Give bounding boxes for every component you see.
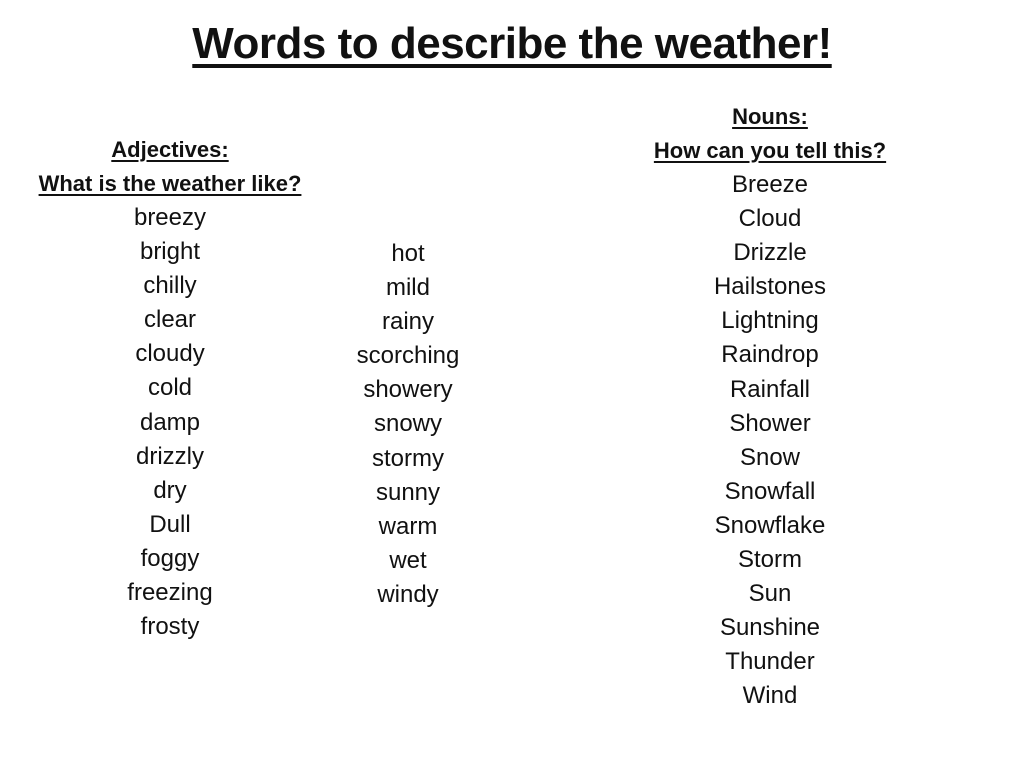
adjective-item: damp (139, 408, 201, 436)
noun-item: Raindrop (721, 341, 819, 369)
noun-item: Cloud (738, 205, 802, 233)
adjective-item: drizzly (135, 442, 204, 470)
adjective-item: cloudy (135, 340, 205, 368)
adjective-item: mild (385, 274, 430, 302)
adjective-item: Dull (149, 510, 191, 538)
adjective-item: rainy (381, 308, 435, 336)
adjectives-column: Adjectives: What is the weather like? br… (10, 133, 330, 644)
adjective-item: bright (139, 238, 201, 266)
adjective-item: dry (153, 476, 187, 504)
noun-item: Snowflake (714, 511, 826, 539)
adjective-item: stormy (372, 444, 444, 472)
adjective-item: breezy (133, 204, 207, 231)
adjective-item: windy (377, 580, 439, 608)
noun-item: Sunshine (719, 614, 821, 642)
noun-item: Breeze (731, 171, 809, 198)
noun-item: Sun (748, 580, 792, 608)
noun-item: Hailstones (713, 273, 827, 301)
adjectives-list-2: hot mild rainy scorching showery snowy stormy s… (328, 237, 488, 612)
adjective-item: showery (363, 376, 453, 404)
nouns-heading: Nouns: (732, 104, 808, 129)
adjective-item: freezing (127, 579, 213, 607)
adjective-item: snowy (373, 410, 443, 438)
adjectives-subheading: What is the weather like? (38, 171, 302, 196)
noun-item: Wind (742, 682, 798, 710)
noun-item: Drizzle (733, 239, 807, 267)
noun-item: Rainfall (729, 375, 811, 403)
adjective-item: sunny (375, 478, 441, 506)
nouns-column: Nouns: How can you tell this? Breeze Clou… (610, 100, 930, 714)
adjective-item: foggy (140, 544, 200, 572)
page-title: Words to describe the weather! (0, 14, 1024, 74)
adjectives-list-1: breezy bright chilly clear cloudy cold damp dri… (10, 201, 330, 644)
noun-item: Snow (739, 443, 801, 471)
noun-item: Lightning (721, 307, 819, 335)
adjective-item: clear (143, 306, 197, 334)
adjective-item: frosty (140, 613, 200, 641)
adjective-item: chilly (143, 272, 197, 300)
noun-item: Thunder (725, 648, 815, 676)
page-title-text: Words to describe the weather! (192, 19, 832, 68)
adjective-item: cold (147, 374, 193, 402)
adjectives-heading: Adjectives: (111, 137, 229, 162)
nouns-list: Breeze Cloud Drizzle Hailstones Lightning Rai… (610, 168, 930, 714)
noun-item: Snowfall (724, 477, 816, 505)
nouns-subheading: How can you tell this? (653, 138, 887, 163)
adjectives-column-2: hot mild rainy scorching showery snowy stormy s… (328, 237, 488, 612)
adjective-item: wet (389, 546, 427, 574)
adjective-item: scorching (356, 342, 460, 370)
adjective-item: warm (378, 512, 438, 540)
adjective-item: hot (391, 240, 425, 267)
noun-item: Storm (737, 546, 802, 574)
noun-item: Shower (729, 409, 811, 437)
